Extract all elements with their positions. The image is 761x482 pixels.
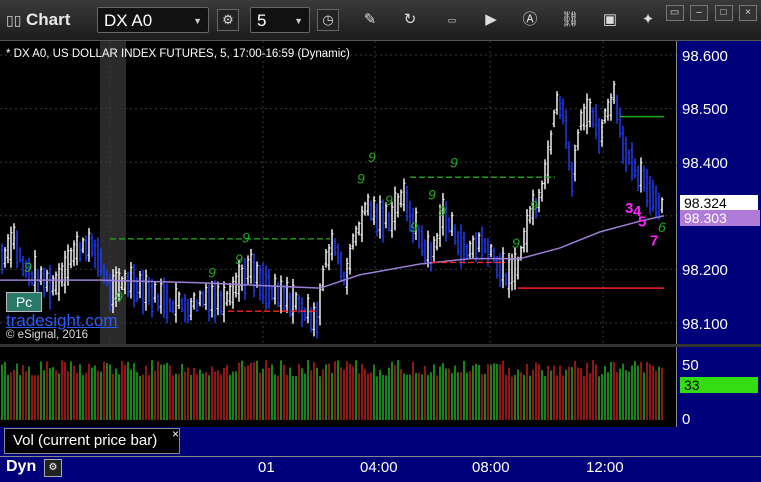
- volume-chart-svg[interactable]: [0, 347, 676, 427]
- symbol-value: DX A0: [104, 11, 153, 30]
- chart-symbol-label: * DX A0, US DOLLAR INDEX FUTURES, 5, 17:…: [6, 48, 350, 60]
- alert-icon[interactable]: Ⓐ: [518, 9, 542, 31]
- refresh-icon[interactable]: ↻: [398, 9, 422, 31]
- price-axis[interactable]: [676, 41, 761, 344]
- copyright: © eSignal, 2016: [6, 329, 89, 341]
- setup-count-label: 9: [438, 203, 446, 219]
- window-title: Chart: [26, 10, 71, 29]
- time-label: 08:00: [472, 459, 510, 476]
- setup-count-label: 9: [512, 235, 520, 251]
- price-tick: 98.400: [682, 155, 728, 172]
- maximize-icon[interactable]: □: [714, 5, 733, 21]
- setup-count-label: 9: [24, 259, 32, 275]
- setup-count-label: 9: [450, 155, 458, 171]
- setup-count-label: 7: [650, 232, 658, 249]
- interval-value: 5: [257, 11, 267, 30]
- setup-count-label: 9: [208, 264, 216, 280]
- price-tick: 98.100: [682, 316, 728, 333]
- volume-tick: 0: [682, 411, 691, 428]
- ticket-icon[interactable]: ▭: [440, 9, 464, 31]
- draw-pencil-icon[interactable]: ✎: [358, 9, 382, 31]
- setup-count-label: 9: [242, 230, 250, 246]
- price-chart-svg[interactable]: 99999999999999 3 45 67: [0, 41, 676, 344]
- interval-dropdown[interactable]: 5 ▼: [250, 7, 310, 33]
- setup-count-label: 6: [658, 219, 666, 235]
- last-price-tag: 98.324: [680, 195, 758, 211]
- setup-count-label: 9: [368, 149, 376, 165]
- ma-price-tag: 98.303: [680, 210, 760, 226]
- twitter-icon[interactable]: ✦: [636, 9, 660, 31]
- price-tick: 98.500: [682, 101, 728, 118]
- pc-badge[interactable]: Pc: [6, 292, 42, 312]
- volume-tick: 50: [682, 357, 699, 374]
- time-label: 01: [258, 459, 275, 476]
- interval-settings-icon[interactable]: ⚙: [217, 9, 239, 31]
- setup-count-label: 9: [530, 197, 538, 213]
- time-label: 04:00: [360, 459, 398, 476]
- camera-icon[interactable]: ▣: [598, 9, 622, 31]
- setup-count-label: 5: [638, 214, 646, 231]
- symbol-dropdown[interactable]: DX A0 ▼: [97, 7, 209, 33]
- close-icon[interactable]: ×: [172, 427, 179, 441]
- price-tick: 98.600: [682, 48, 728, 65]
- volume-value-tag: 33: [680, 377, 758, 393]
- chevron-down-icon: ▼: [294, 16, 303, 26]
- setup-count-label: 9: [357, 171, 365, 187]
- play-icon[interactable]: ▶: [479, 9, 503, 31]
- minimize-icon[interactable]: –: [690, 5, 709, 21]
- setup-count-label: 9: [410, 219, 418, 235]
- window-controls: ▭ – □ ×: [664, 2, 757, 21]
- setup-count-label: 9: [115, 289, 123, 305]
- time-label: 12:00: [586, 459, 624, 476]
- setup-count-label: 9: [235, 251, 243, 267]
- setup-count-label: 9: [428, 187, 436, 203]
- setup-count-label: 9: [385, 192, 393, 208]
- price-tick: 98.200: [682, 262, 728, 279]
- volume-panel[interactable]: [0, 347, 676, 427]
- clock-icon[interactable]: ◷: [317, 9, 339, 31]
- watermark: tradesight.com: [6, 311, 118, 330]
- chevron-down-icon: ▼: [193, 16, 202, 26]
- window-menu-icon[interactable]: ▭: [665, 5, 684, 21]
- price-chart-panel[interactable]: 9999999999999934567: [0, 41, 676, 344]
- scale-settings-icon[interactable]: ⚙: [44, 459, 62, 477]
- close-icon[interactable]: ×: [739, 5, 757, 21]
- dynamic-mode-label[interactable]: Dyn: [6, 458, 36, 476]
- link-icon[interactable]: ⛓: [558, 9, 582, 31]
- volume-study-tab[interactable]: Vol (current price bar): [4, 428, 180, 454]
- chart-window-icon: ▯▯: [6, 12, 22, 28]
